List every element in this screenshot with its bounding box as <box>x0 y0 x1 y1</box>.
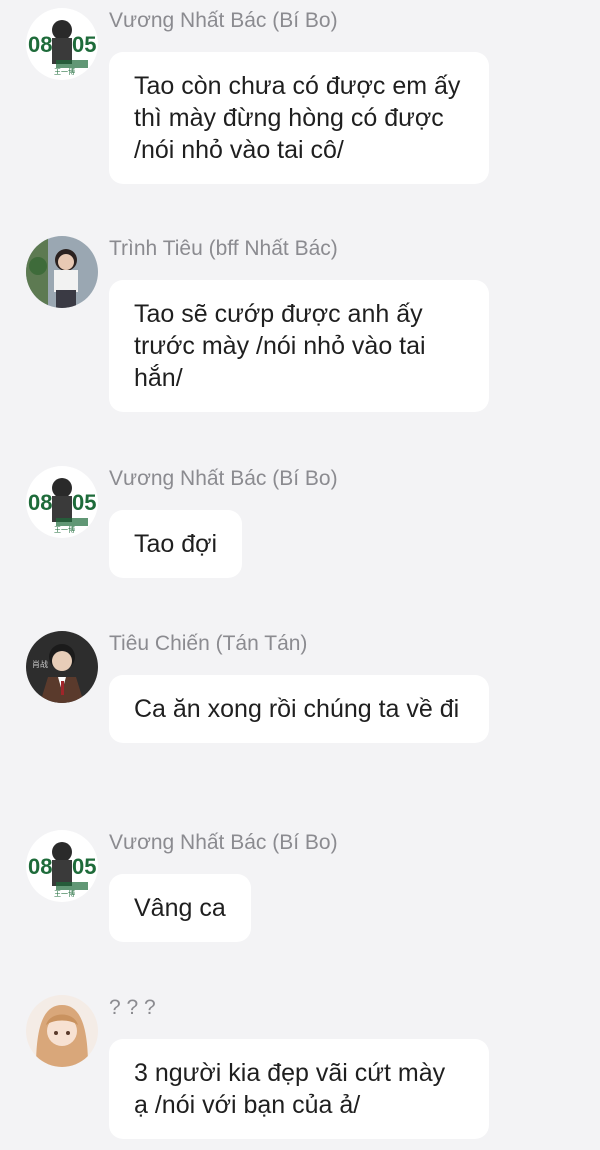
svg-text:05: 05 <box>72 490 96 515</box>
sender-name: Vương Nhất Bác (Bí Bo) <box>109 467 338 490</box>
svg-text:05: 05 <box>72 854 96 879</box>
message-bubble[interactable]: Ca ăn xong rồi chúng ta về đi <box>109 675 489 743</box>
sender-name: ? ? ? <box>109 996 156 1019</box>
svg-text:05: 05 <box>72 32 96 57</box>
message-bubble[interactable]: Tao đợi <box>109 510 243 578</box>
message-bubble[interactable]: Tao sẽ cướp được anh ấy trước mày /nói n… <box>109 280 489 412</box>
svg-text:08: 08 <box>28 490 52 515</box>
message-bubble[interactable]: Vâng ca <box>109 874 251 942</box>
svg-text:08: 08 <box>28 854 52 879</box>
user-avatar-icon[interactable]: 08 05 王一博 <box>26 466 98 538</box>
user-avatar-icon[interactable] <box>26 236 98 308</box>
svg-text:肖战: 肖战 <box>32 659 48 669</box>
user-avatar-icon[interactable]: 08 05 王一博 <box>26 830 98 902</box>
message-bubble[interactable]: Tao còn chưa có được em ấy thì mày đừng … <box>109 52 489 184</box>
sender-name: Vương Nhất Bác (Bí Bo) <box>109 9 338 32</box>
chat-thread: 08 05 王一博 Vương Nhất Bác (Bí Bo) Tao còn… <box>0 0 600 1150</box>
svg-text:王一博: 王一博 <box>54 889 75 898</box>
sender-name: Vương Nhất Bác (Bí Bo) <box>109 831 338 854</box>
svg-text:08: 08 <box>28 32 52 57</box>
user-avatar-icon[interactable]: 08 05 王一博 <box>26 8 98 80</box>
sender-name: Tiêu Chiến (Tán Tán) <box>109 632 308 655</box>
user-avatar-icon[interactable]: 肖战 <box>26 631 98 703</box>
user-avatar-icon[interactable] <box>26 995 98 1067</box>
sender-name: Trình Tiêu (bff Nhất Bác) <box>109 237 338 260</box>
svg-text:王一博: 王一博 <box>54 525 75 534</box>
message-bubble[interactable]: 3 người kia đẹp vãi cứt mày ạ /nói với b… <box>109 1039 489 1139</box>
svg-text:王一博: 王一博 <box>54 67 75 76</box>
